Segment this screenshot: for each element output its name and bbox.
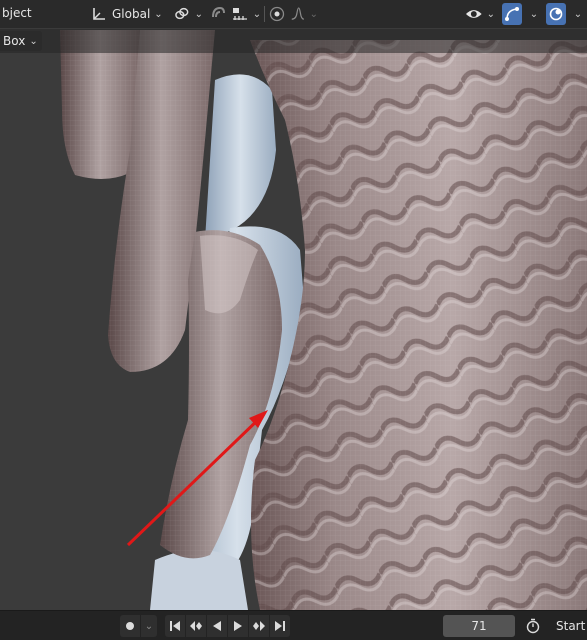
chevron-down-icon: ⌄ — [529, 8, 539, 20]
jump-start-button[interactable] — [165, 615, 185, 637]
separator — [264, 6, 265, 22]
overlay-icon — [549, 7, 563, 21]
link-icon — [175, 7, 189, 20]
chevron-down-icon: ⌄ — [309, 8, 318, 20]
chevron-down-icon: ⌄ — [144, 620, 154, 632]
current-frame-field[interactable]: 71 — [443, 615, 515, 637]
object-mode-label[interactable]: bject — [2, 6, 32, 20]
play-button[interactable] — [228, 615, 248, 637]
snap-target-dropdown[interactable]: ⌄ — [230, 3, 262, 25]
record-icon — [126, 622, 134, 630]
play-icon — [234, 621, 242, 631]
blender-window: bject Global ⌄ ⌄ ⌄ ⌄ ⌄ ⌄ ⌄ Box ⌄ ⌄ 71 St… — [0, 0, 587, 640]
falloff-dropdown[interactable]: ⌄ — [290, 3, 318, 25]
chevron-down-icon: ⌄ — [573, 8, 583, 20]
use-preview-range-toggle[interactable] — [522, 615, 544, 637]
transform-orientation-dropdown[interactable]: Global ⌄ — [90, 3, 166, 25]
tool-settings-bar: Box ⌄ — [0, 29, 587, 53]
proportional-edit-icon — [269, 6, 285, 22]
transform-orientation-icon — [93, 8, 105, 20]
pivot-point-dropdown[interactable]: ⌄ — [173, 3, 203, 25]
timeline-bar: ⌄ 71 Start — [0, 610, 587, 640]
gizmo-toggle[interactable] — [502, 3, 522, 25]
chevron-down-icon: ⌄ — [252, 8, 262, 20]
chevron-down-icon: ⌄ — [194, 8, 203, 20]
sculpt-mesh-render — [0, 0, 587, 610]
next-keyframe-icon — [253, 621, 265, 631]
select-mode-dropdown[interactable]: Box ⌄ — [0, 31, 42, 51]
proportional-edit-toggle[interactable] — [266, 3, 288, 25]
visibility-dropdown[interactable]: ⌄ — [465, 3, 495, 25]
jump-end-icon — [275, 621, 285, 631]
chevron-down-icon: ⌄ — [29, 35, 38, 47]
gizmo-dropdown[interactable]: ⌄ — [523, 3, 541, 25]
prev-keyframe-button[interactable] — [186, 615, 206, 637]
gizmo-icon — [505, 7, 519, 21]
auto-keying-toggle[interactable] — [120, 615, 140, 637]
snap-increment-icon — [232, 8, 247, 20]
keying-dropdown[interactable]: ⌄ — [141, 615, 157, 637]
transform-orientation-label: Global — [112, 7, 151, 21]
play-reverse-button[interactable] — [207, 615, 227, 637]
next-keyframe-button[interactable] — [249, 615, 269, 637]
3d-viewport[interactable] — [0, 0, 587, 610]
chevron-down-icon: ⌄ — [486, 8, 495, 20]
stopwatch-icon — [526, 618, 540, 634]
jump-start-icon — [170, 621, 180, 631]
current-frame-value: 71 — [471, 619, 487, 633]
visibility-eye-icon — [465, 10, 482, 18]
select-mode-label: Box — [3, 34, 26, 48]
chevron-down-icon: ⌄ — [154, 8, 163, 20]
start-frame-label[interactable]: Start — [556, 619, 585, 633]
snap-toggle[interactable] — [207, 3, 229, 25]
jump-end-button[interactable] — [270, 615, 290, 637]
falloff-curve-icon — [291, 7, 304, 20]
snap-magnet-icon — [212, 6, 225, 18]
prev-keyframe-icon — [190, 621, 202, 631]
overlay-toggle[interactable] — [546, 3, 566, 25]
viewport-header: bject Global ⌄ ⌄ ⌄ ⌄ ⌄ ⌄ ⌄ — [0, 0, 587, 28]
play-reverse-icon — [213, 621, 221, 631]
overlay-dropdown[interactable]: ⌄ — [567, 3, 585, 25]
